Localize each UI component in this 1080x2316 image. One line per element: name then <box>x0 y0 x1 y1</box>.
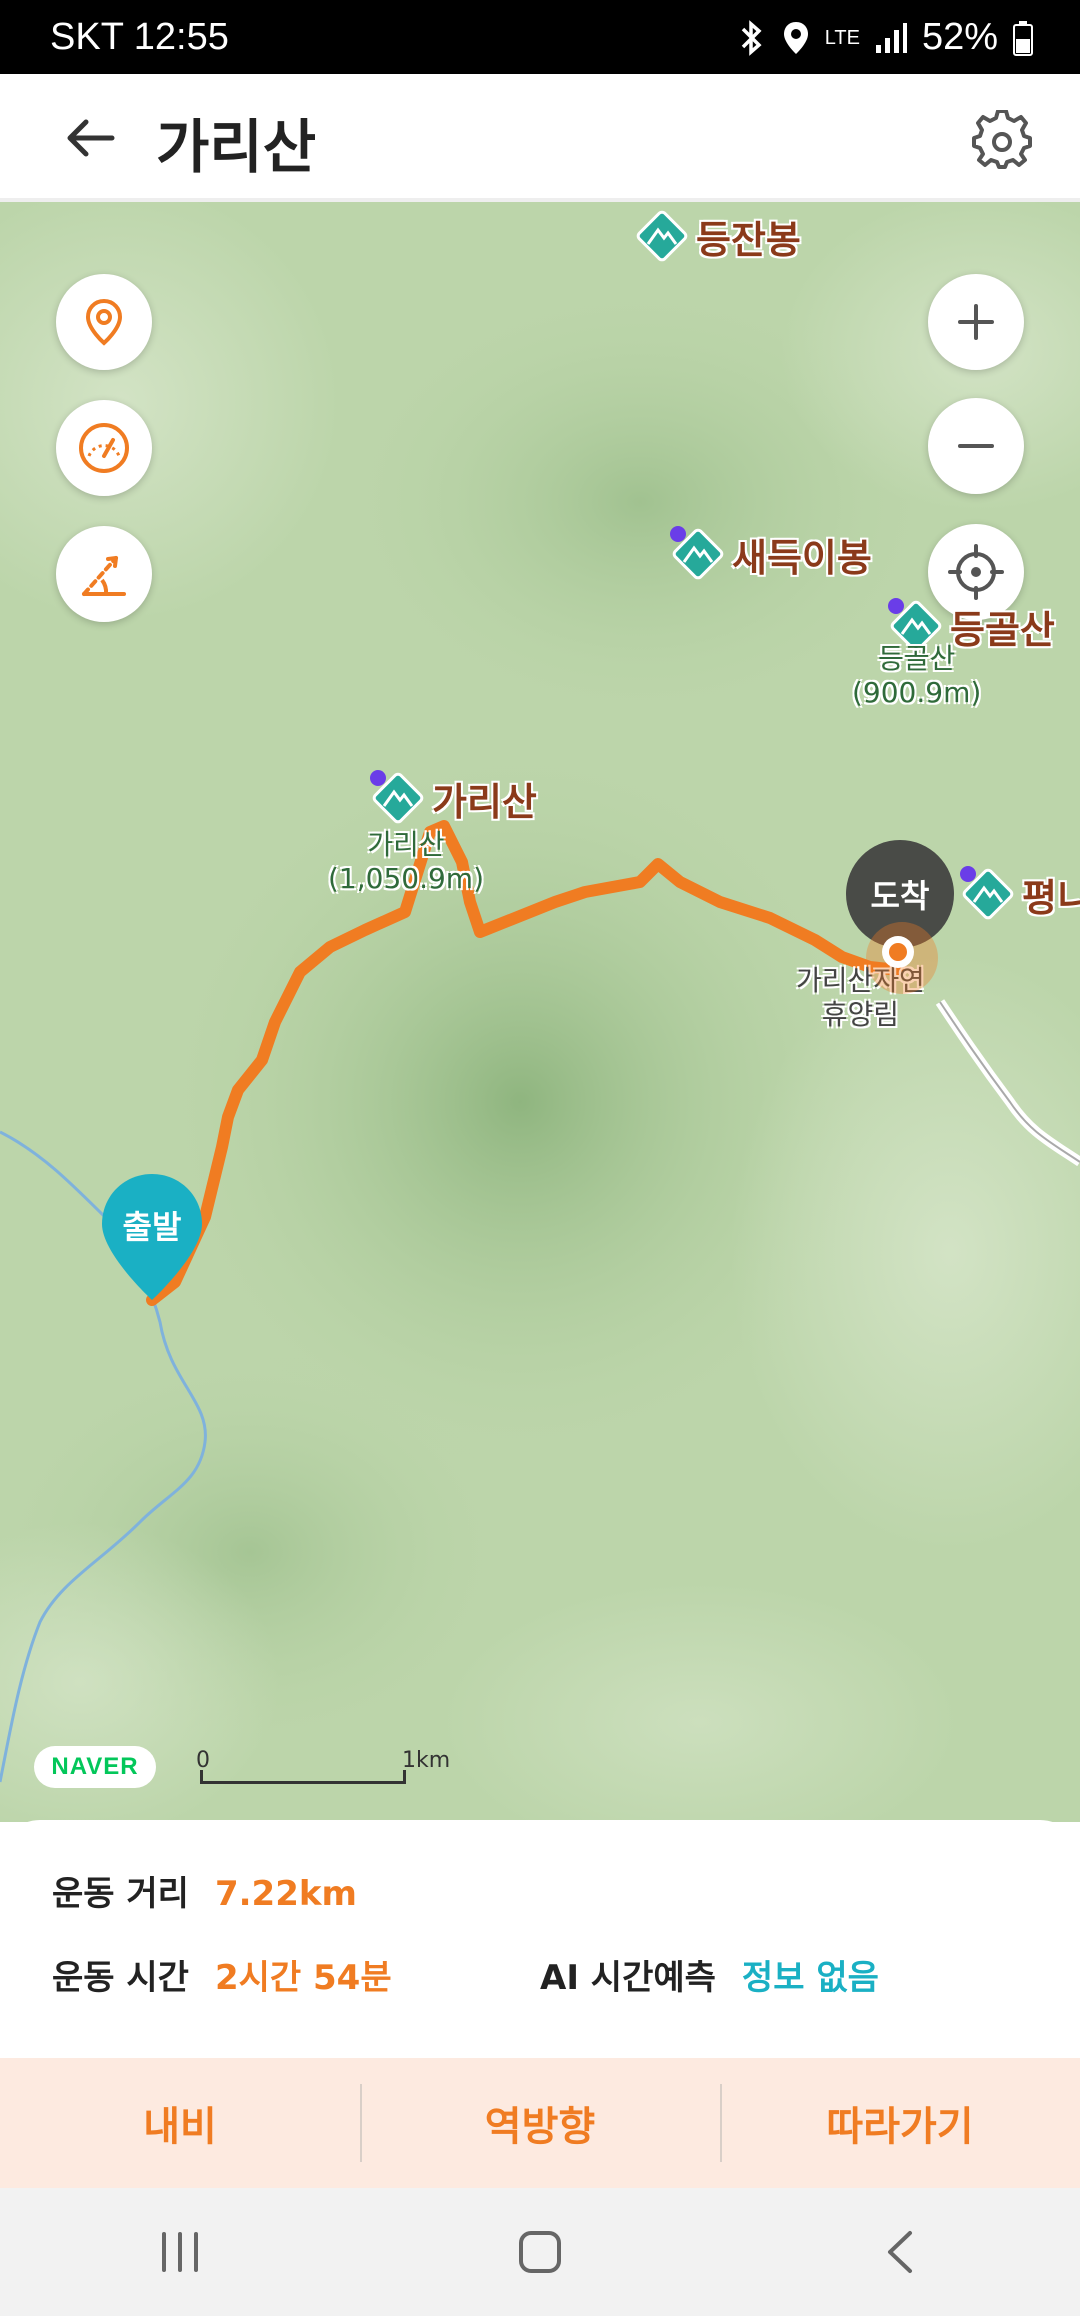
peak-sub-name: 가리산 <box>367 828 445 861</box>
peak-marker[interactable]: 등잔봉 <box>634 208 801 264</box>
location-pin-icon <box>85 298 123 346</box>
clock-label: 12:55 <box>133 16 229 58</box>
slope-button[interactable] <box>56 526 152 622</box>
poi-line-2: 휴양림 <box>821 998 900 1031</box>
crosshair-icon <box>948 544 1004 600</box>
follow-button[interactable]: 따라가기 <box>720 2058 1080 2188</box>
scale-line <box>200 1770 406 1784</box>
mountain-icon <box>636 210 688 262</box>
scale-bar: 0 1km <box>196 1748 456 1788</box>
minus-icon <box>958 444 994 448</box>
zoom-out-button[interactable] <box>928 398 1024 494</box>
action-bar: 내비 역방향 따라가기 <box>0 2058 1080 2188</box>
zoom-in-button[interactable] <box>928 274 1024 370</box>
recent-apps-button[interactable] <box>0 2188 360 2316</box>
start-marker[interactable]: 출발 <box>100 1172 204 1302</box>
ai-prediction-row: AI 시간예측 정보 없음 <box>540 1950 879 1999</box>
bluetooth-icon <box>741 19 762 56</box>
peak-sub-height: (900.9m) <box>852 676 982 709</box>
battery-label: 52% <box>921 16 998 58</box>
ai-value: 정보 없음 <box>741 1958 879 1998</box>
time-row: 운동 시간 2시간 54분 <box>52 1950 392 1999</box>
ai-label: AI 시간예측 <box>540 1958 716 1998</box>
speedometer-button[interactable] <box>56 400 152 496</box>
status-bar: SKT 12:55 LTE 52% <box>0 0 1080 74</box>
peak-label: 등잔봉 <box>696 217 801 262</box>
settings-button[interactable] <box>964 102 1040 178</box>
arrow-left-icon <box>67 119 115 157</box>
peak-sub-height: (1,050.9m) <box>328 862 484 895</box>
location-pin-button[interactable] <box>56 274 152 370</box>
mountain-icon <box>370 770 424 824</box>
distance-row: 운동 거리 7.22km <box>52 1866 357 1915</box>
recent-apps-icon <box>162 2232 198 2272</box>
location-icon <box>783 21 808 54</box>
start-label: 출발 <box>122 1208 182 1246</box>
battery-icon <box>1013 20 1033 56</box>
peak-sublabel: 가리산 (1,050.9m) <box>328 828 484 896</box>
time-value: 2시간 54분 <box>214 1958 392 1998</box>
naver-logo: NAVER <box>34 1746 156 1788</box>
map-view[interactable]: 등잔봉 새득이봉 등골산 등골산 (900.9m) 가리산 가리산 (1,050… <box>0 202 1080 1822</box>
peak-sub-name: 등골산 <box>878 642 956 675</box>
distance-label: 운동 거리 <box>52 1874 189 1914</box>
current-position-icon <box>866 922 938 994</box>
peak-marker[interactable]: 평니 <box>960 866 1080 922</box>
distance-value: 7.22km <box>214 1874 357 1914</box>
system-nav-bar <box>0 2188 1080 2316</box>
route-info-panel: 운동 거리 7.22km 운동 시간 2시간 54분 AI 시간예측 정보 없음 <box>0 1820 1080 2060</box>
home-icon <box>519 2231 561 2273</box>
speedometer-icon <box>79 423 129 473</box>
slope-icon <box>82 556 126 596</box>
mountain-icon <box>960 866 1014 920</box>
mountain-icon <box>670 526 724 580</box>
peak-label: 새득이봉 <box>732 535 872 580</box>
app-header: 가리산 <box>0 74 1080 202</box>
back-button[interactable] <box>50 104 130 172</box>
status-icons: LTE 52% <box>737 16 1034 59</box>
navi-button[interactable]: 내비 <box>0 2058 360 2188</box>
plus-icon <box>958 304 994 340</box>
peak-label: 가리산 <box>432 779 537 824</box>
peak-label: 평니 <box>1022 875 1080 920</box>
page-title: 가리산 <box>156 113 317 181</box>
network-label: LTE <box>824 26 860 49</box>
peak-marker[interactable]: 가리산 <box>370 770 537 826</box>
peak-sublabel: 등골산 (900.9m) <box>852 642 981 710</box>
signal-icon <box>875 22 907 53</box>
system-back-button[interactable] <box>720 2188 1080 2316</box>
reverse-button[interactable]: 역방향 <box>360 2058 720 2188</box>
status-carrier-time: SKT 12:55 <box>50 16 229 59</box>
peak-marker[interactable]: 새득이봉 <box>670 526 872 582</box>
time-label: 운동 시간 <box>52 1958 189 1998</box>
gear-icon <box>972 110 1032 169</box>
home-button[interactable] <box>360 2188 720 2316</box>
chevron-left-icon <box>888 2231 912 2273</box>
carrier-label: SKT <box>50 16 124 58</box>
scale-end-label: 1km <box>402 1748 451 1773</box>
